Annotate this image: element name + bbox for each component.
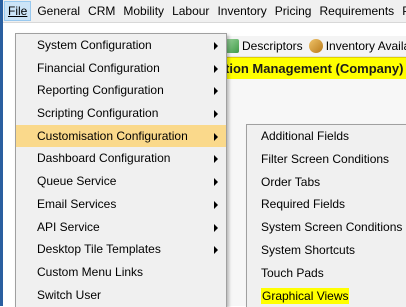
menu-labour[interactable]: Labour xyxy=(168,0,213,22)
menu-item-desktop-tile-templates[interactable]: Desktop Tile Templates xyxy=(16,238,226,261)
submenu-item-additional-fields[interactable]: Additional Fields xyxy=(247,125,406,148)
submenu-item-order-tabs[interactable]: Order Tabs xyxy=(247,171,406,194)
submenu-item-system-screen-conditions[interactable]: System Screen Conditions xyxy=(247,216,406,239)
menu-file[interactable]: File xyxy=(4,1,32,21)
submenu-item-required-fields[interactable]: Required Fields xyxy=(247,193,406,216)
menu-item-queue-service[interactable]: Queue Service xyxy=(16,170,226,193)
submenu-item-touch-pads[interactable]: Touch Pads xyxy=(247,262,406,285)
submenu-arrow-icon xyxy=(214,64,218,73)
submenu-arrow-icon xyxy=(214,155,218,164)
file-menu-dropdown: System Configuration Financial Configura… xyxy=(15,33,227,307)
submenu-arrow-icon xyxy=(214,42,218,50)
submenu-arrow-icon xyxy=(214,223,218,232)
submenu-arrow-icon xyxy=(214,246,218,255)
menu-bar: File General CRM Mobility Labour Invento… xyxy=(3,0,406,23)
window-title: tion Management (Company) xyxy=(225,61,404,76)
submenu-item-system-shortcuts[interactable]: System Shortcuts xyxy=(247,239,406,262)
menu-p-truncated[interactable]: P xyxy=(398,0,406,22)
menu-crm[interactable]: CRM xyxy=(84,0,119,22)
menu-general[interactable]: General xyxy=(33,0,84,22)
menu-item-custom-menu-links[interactable]: Custom Menu Links xyxy=(16,261,226,284)
inventory-icon xyxy=(308,39,323,53)
descriptors-button[interactable]: Descriptors xyxy=(225,39,303,53)
menu-item-customisation-configuration[interactable]: Customisation Configuration xyxy=(16,124,226,148)
submenu-arrow-icon xyxy=(214,178,218,187)
window-title-bar: tion Management (Company) » xyxy=(225,57,406,80)
submenu-item-graphical-views[interactable]: Graphical Views xyxy=(247,285,406,307)
menu-item-email-services[interactable]: Email Services xyxy=(16,193,226,216)
menu-pricing[interactable]: Pricing xyxy=(271,0,316,22)
toolbar: Descriptors Inventory Availabi xyxy=(225,36,406,57)
inventory-availability-label: Inventory Availabi xyxy=(325,39,406,53)
descriptors-icon xyxy=(225,39,239,53)
menu-item-reporting-configuration[interactable]: Reporting Configuration xyxy=(16,79,226,102)
submenu-arrow-icon xyxy=(214,110,218,119)
customisation-submenu: Additional Fields Filter Screen Conditio… xyxy=(246,124,406,307)
window-frame-edge xyxy=(0,0,3,306)
menu-item-system-configuration[interactable]: System Configuration xyxy=(16,34,226,57)
inventory-availability-button[interactable]: Inventory Availabi xyxy=(308,39,406,53)
menu-inventory[interactable]: Inventory xyxy=(213,0,270,22)
menu-item-dashboard-configuration[interactable]: Dashboard Configuration xyxy=(16,147,226,170)
menu-item-financial-configuration[interactable]: Financial Configuration xyxy=(16,57,226,80)
submenu-item-filter-screen-conditions[interactable]: Filter Screen Conditions xyxy=(247,148,406,171)
menu-item-scripting-configuration[interactable]: Scripting Configuration xyxy=(16,102,226,125)
menu-mobility[interactable]: Mobility xyxy=(119,0,168,22)
menu-item-api-service[interactable]: API Service xyxy=(16,216,226,239)
menu-requirements[interactable]: Requirements xyxy=(315,0,398,22)
submenu-arrow-icon xyxy=(214,200,218,209)
descriptors-label: Descriptors xyxy=(242,39,303,53)
menu-item-switch-user[interactable]: Switch User xyxy=(16,284,226,307)
submenu-arrow-icon xyxy=(214,87,218,96)
submenu-arrow-icon xyxy=(214,132,218,141)
